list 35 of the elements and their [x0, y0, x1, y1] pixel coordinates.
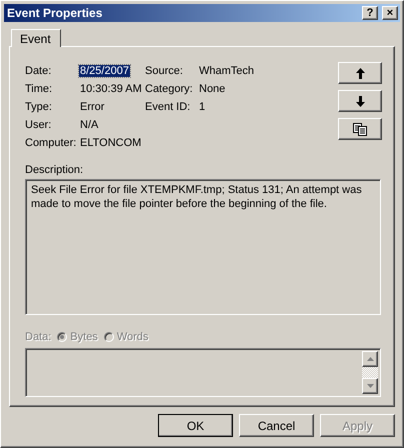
copy-icon — [353, 122, 367, 136]
field-value: ELTONCOM — [79, 137, 142, 149]
field-label: Category: — [145, 83, 194, 95]
scroll-bar[interactable] — [362, 351, 378, 394]
field-value: 8/25/2007 — [79, 65, 130, 77]
description-label: Description: — [25, 164, 84, 176]
field-label: Event ID: — [145, 101, 192, 113]
description-box[interactable]: Seek File Error for file XTEMPKMF.tmp; Status 131; An attempt was made to move the file pointer before the beginning of the file. — [25, 179, 381, 315]
field-value: WhamTech — [198, 65, 256, 77]
field-label: Source: — [145, 65, 184, 77]
tab[interactable]: Event — [11, 29, 61, 47]
field-value: 10:30:39 AM — [79, 83, 143, 95]
radio-label: Words — [116, 331, 148, 343]
data-box[interactable] — [25, 348, 381, 397]
field-value: N/A — [79, 119, 100, 131]
field-value: Error — [79, 101, 106, 113]
field-value: 1 — [198, 101, 206, 113]
window-title: Event Properties — [7, 6, 104, 20]
radio-label: Bytes — [70, 331, 98, 343]
dialog-button[interactable]: OK — [158, 414, 233, 437]
field-value: None — [198, 83, 226, 95]
close-button[interactable]: × — [382, 6, 398, 20]
help-button[interactable]: ? — [362, 6, 378, 20]
field-label: Type: — [25, 101, 53, 113]
down-arrow-icon — [356, 96, 364, 106]
data-label: Data: — [25, 331, 52, 343]
field-label: Date: — [25, 65, 52, 77]
next-button[interactable] — [338, 90, 382, 112]
field-label: User: — [25, 119, 52, 131]
up-arrow-icon — [356, 68, 364, 78]
field-label: Computer: — [25, 137, 78, 149]
field-label: Time: — [25, 83, 54, 95]
dialog-button[interactable]: Cancel — [239, 414, 314, 437]
copy-button[interactable] — [338, 118, 382, 140]
previous-button[interactable] — [338, 62, 382, 84]
